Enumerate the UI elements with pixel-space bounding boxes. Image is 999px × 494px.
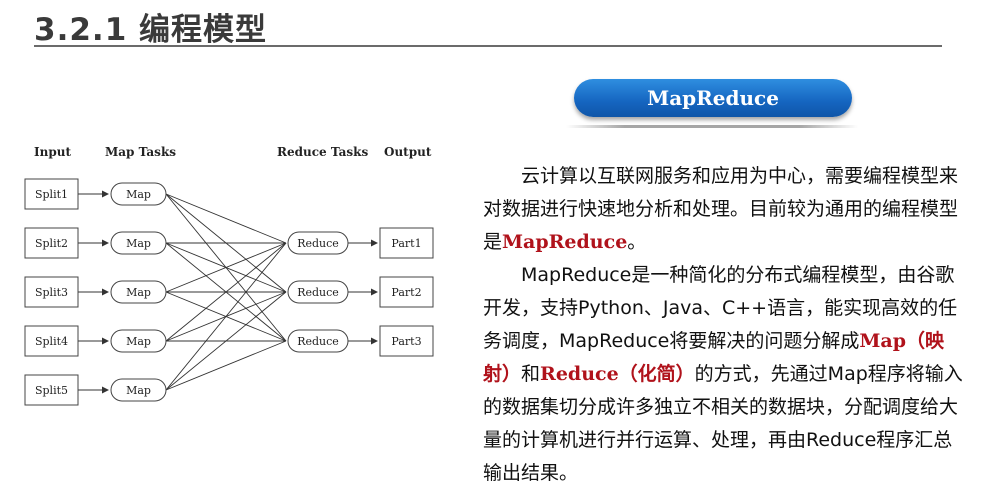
map-label: Map [126,286,151,299]
highlight-term: MapReduce [502,231,628,253]
map-label: Map [126,188,151,201]
paragraph-intro: 云计算以互联网服务和应用为中心，需要编程模型来对数据进行快速地分析和处理。目前较… [483,160,963,259]
map-label: Map [126,384,151,397]
header-input: Input [34,145,71,159]
paragraph-mapreduce: MapReduce是一种简化的分布式编程模型，由谷歌开发，支持Python、Ja… [483,259,963,490]
reduce-label: Reduce [297,237,339,250]
split-label: Split3 [35,286,68,299]
split-label: Split1 [35,188,68,201]
shuffle-line [165,340,287,391]
reduce-label: Reduce [297,335,339,348]
shuffle-line [165,242,287,391]
header-reduce-tasks: Reduce Tasks [277,145,368,159]
output-label: Part1 [391,237,421,250]
reduce-label: Reduce [297,286,339,299]
page-title: 3.2.1 编程模型 [34,12,268,48]
output-label: Part3 [391,335,421,348]
output-label: Part2 [391,286,421,299]
title-divider [34,45,942,47]
map-label: Map [126,335,151,348]
shuffle-line [165,193,287,244]
map-label: Map [126,237,151,250]
header-map-tasks: Map Tasks [105,145,176,159]
split-label: Split2 [35,237,68,250]
description-text: 云计算以互联网服务和应用为中心，需要编程模型来对数据进行快速地分析和处理。目前较… [483,160,963,490]
badge-shadow [566,125,858,128]
highlight-term: Reduce（化简） [540,363,695,385]
split-label: Split5 [35,384,68,397]
mapreduce-flow-diagram: Input Map Tasks Reduce Tasks Output Spli… [24,145,434,406]
text-run: 和 [521,363,541,385]
header-output: Output [384,145,432,159]
mapreduce-badge: MapReduce [574,79,852,117]
text-run: 。 [627,231,647,253]
split-label: Split4 [35,335,68,348]
